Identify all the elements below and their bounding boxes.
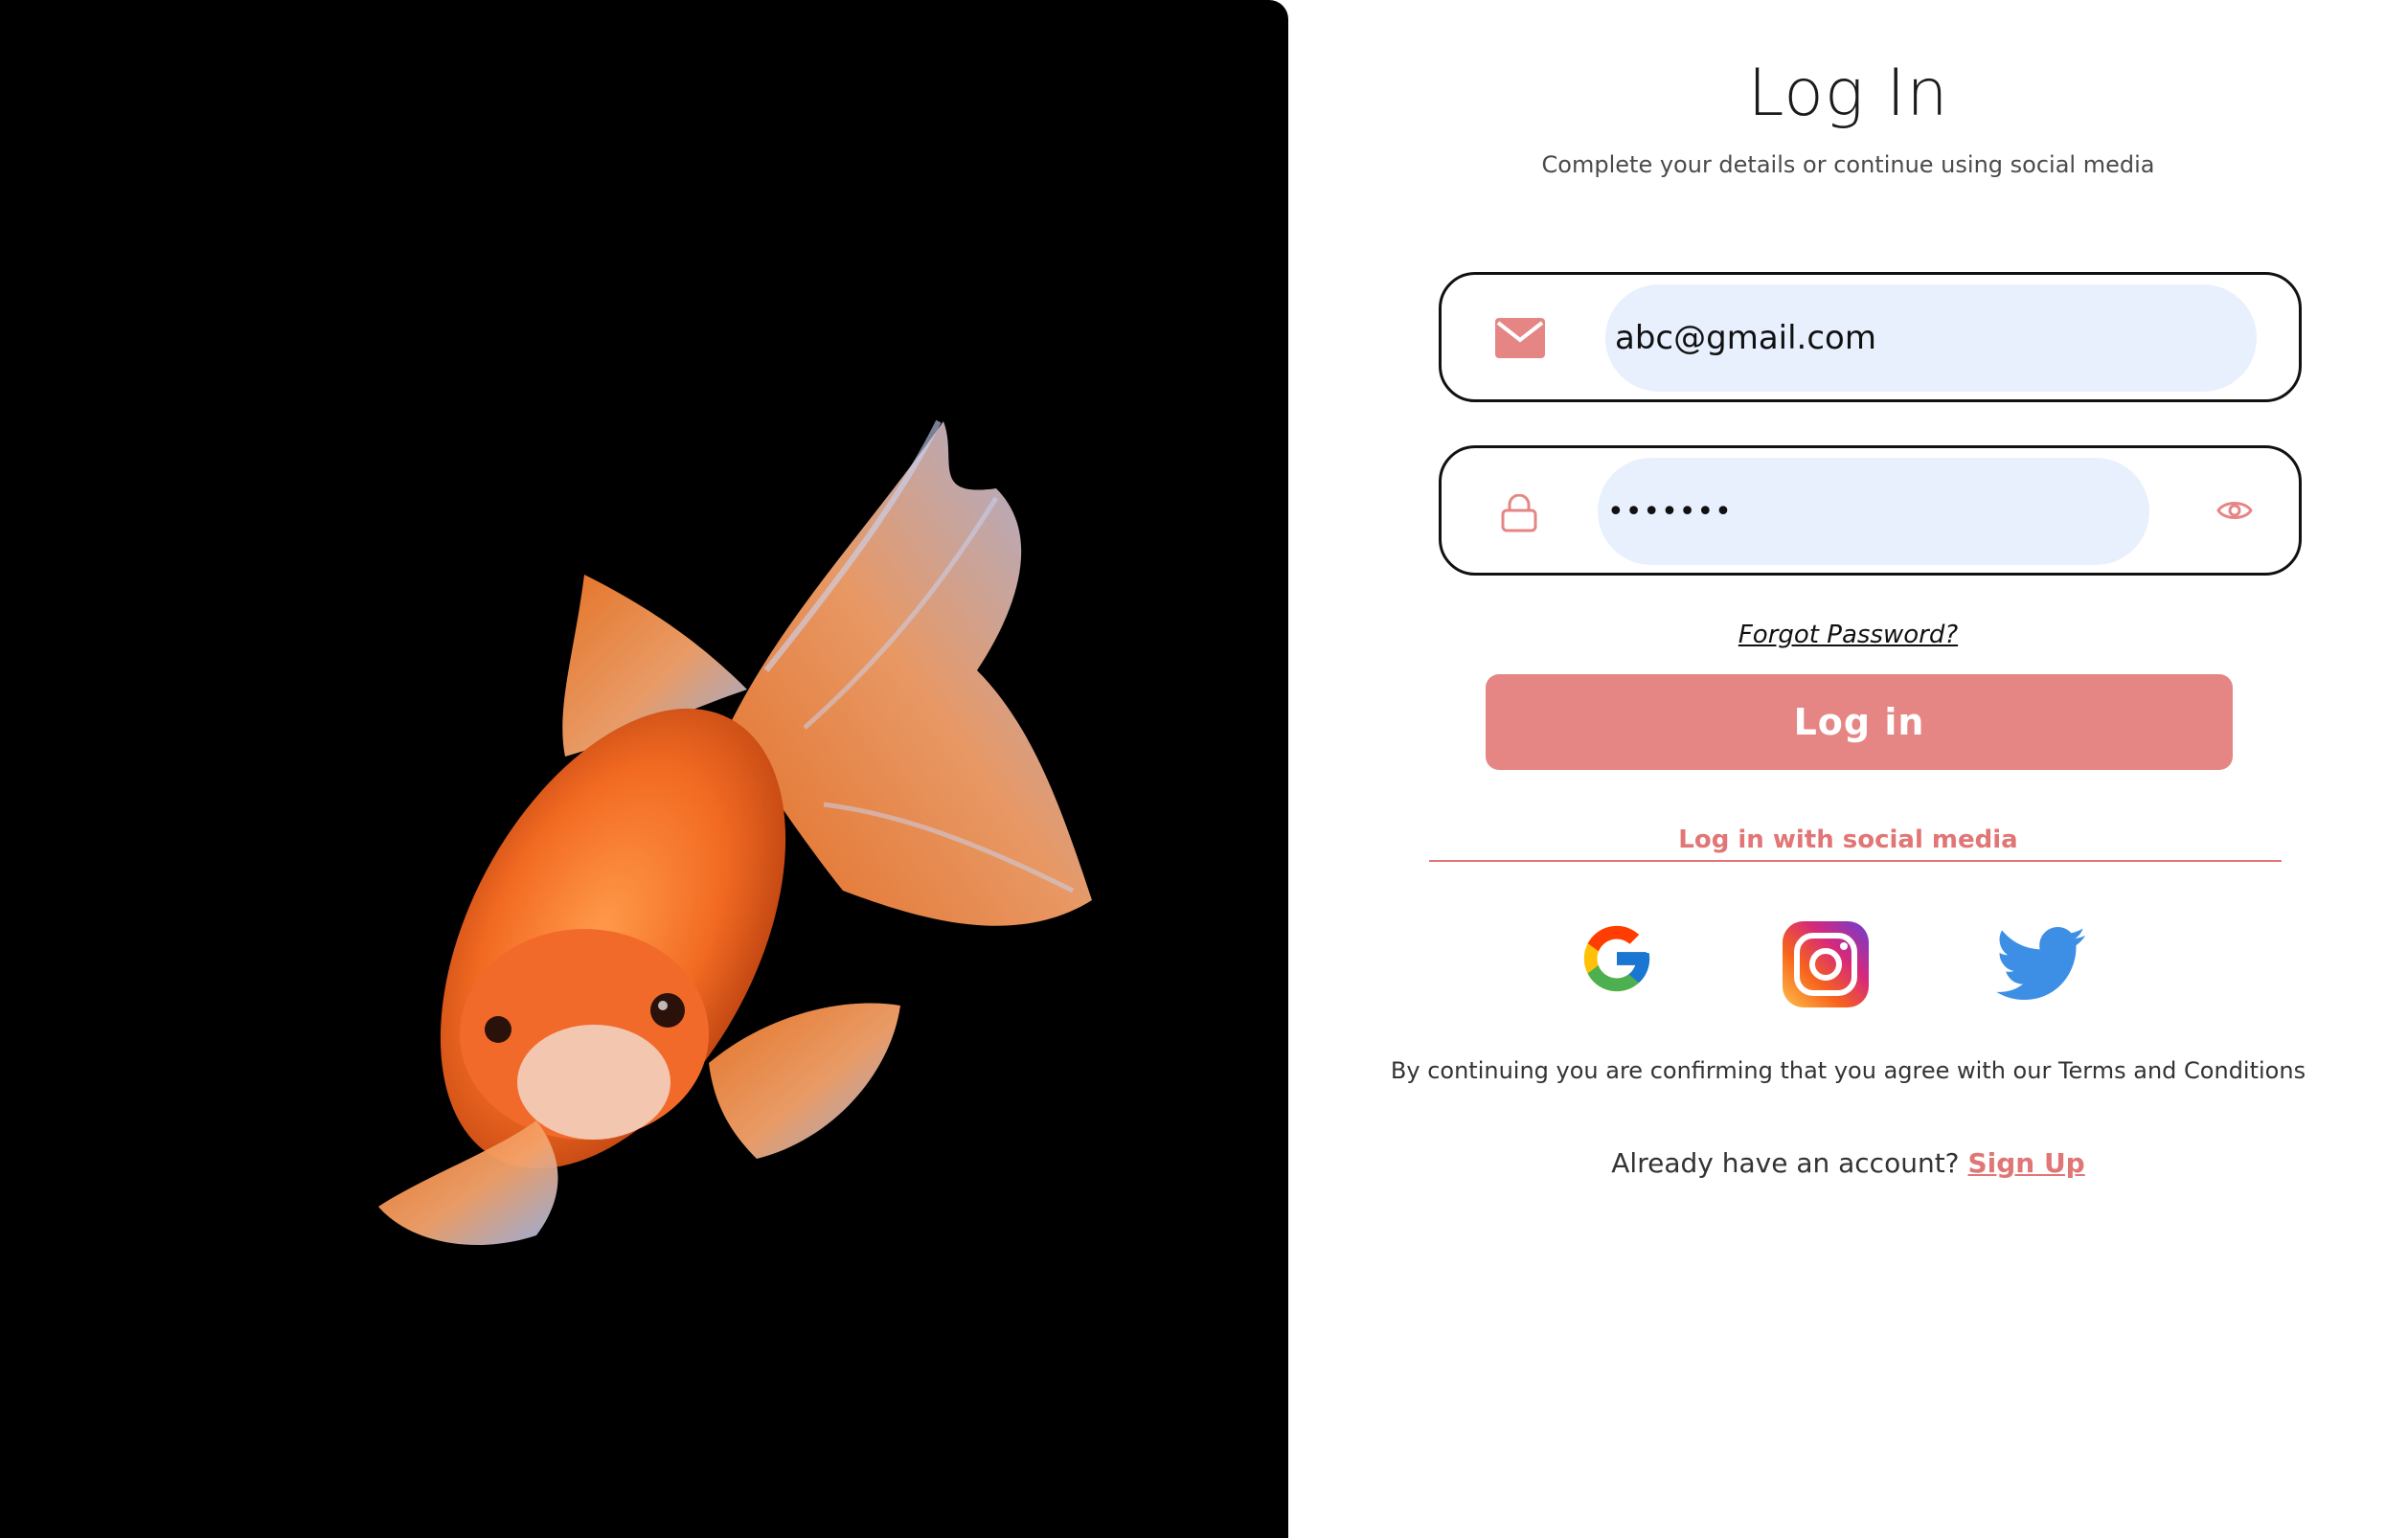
- page-subtitle: Complete your details or continue using …: [1541, 151, 2155, 178]
- login-button[interactable]: Log in: [1486, 674, 2233, 770]
- eye-icon[interactable]: [2216, 498, 2253, 527]
- social-divider: [1429, 860, 2282, 862]
- social-login-label: Log in with social media: [1678, 826, 2018, 854]
- mail-icon: [1495, 318, 1545, 362]
- instagram-icon[interactable]: [1781, 919, 1871, 1013]
- twitter-icon[interactable]: [1995, 927, 2087, 1006]
- forgot-password-link[interactable]: Forgot Password?: [1288, 621, 2408, 649]
- password-input[interactable]: •••••••: [1598, 458, 2149, 565]
- email-field[interactable]: abc@gmail.com: [1439, 272, 2302, 402]
- login-page: Log In Complete your details or continue…: [0, 0, 2408, 1538]
- signup-link[interactable]: Sign Up: [1967, 1147, 2084, 1179]
- hero-image: [0, 0, 1288, 1538]
- password-field[interactable]: •••••••: [1439, 445, 2302, 576]
- lock-icon: [1501, 493, 1537, 536]
- signup-row: Already have an account? Sign Up: [1288, 1147, 2408, 1179]
- email-input[interactable]: abc@gmail.com: [1605, 284, 2257, 392]
- goldfish-illustration: [378, 419, 1092, 1245]
- login-panel: Log In Complete your details or continue…: [1288, 0, 2408, 1538]
- terms-text: By continuing you are confirming that yo…: [1390, 1057, 2306, 1084]
- google-icon[interactable]: [1578, 919, 1656, 1002]
- signup-prompt: Already have an account?: [1611, 1147, 1960, 1179]
- page-title: Log In: [1747, 56, 1949, 131]
